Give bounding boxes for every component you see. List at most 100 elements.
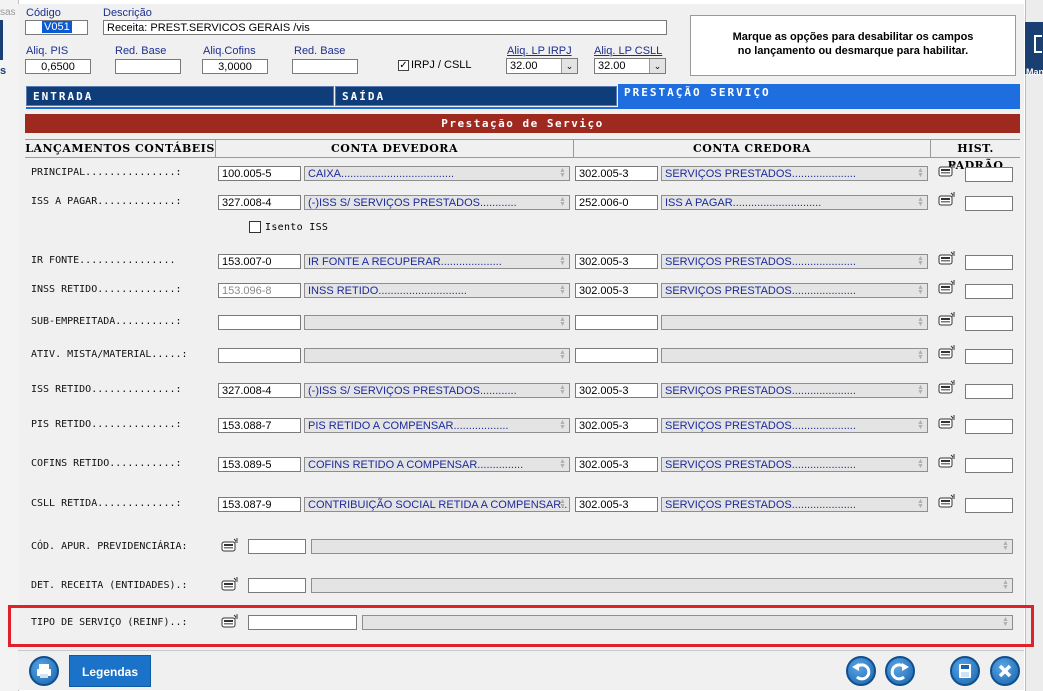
extra-desc-field[interactable]: ▲ ▼ xyxy=(311,539,1013,554)
spinner-icon[interactable]: ▲ ▼ xyxy=(557,316,568,328)
debit-account-name[interactable]: (-)ISS S/ SERVIÇOS PRESTADOS............… xyxy=(304,383,570,398)
hist-padrao-input[interactable] xyxy=(965,316,1013,331)
tab-prestacao-servico[interactable]: PRESTAÇÃO SERVIÇO xyxy=(618,84,1020,108)
credit-account-name[interactable]: SERVIÇOS PRESTADOS..................... ▲… xyxy=(661,166,928,181)
spinner-icon[interactable]: ▲ ▼ xyxy=(557,419,568,431)
spinner-icon[interactable]: ▲ ▼ xyxy=(915,419,926,431)
spinner-icon[interactable]: ▲ ▼ xyxy=(557,384,568,396)
debit-account-name[interactable]: PIS RETIDO A COMPENSAR..................… xyxy=(304,418,570,433)
spinner-icon[interactable]: ▲ ▼ xyxy=(915,498,926,510)
credit-code-input[interactable]: 302.005-3 xyxy=(575,383,658,398)
spinner-icon[interactable]: ▲ ▼ xyxy=(557,349,568,361)
chevron-down-icon[interactable]: ⌄ xyxy=(561,59,577,73)
hist-padrao-input[interactable] xyxy=(965,384,1013,399)
debit-code-input[interactable] xyxy=(218,315,301,330)
history-lookup-icon[interactable] xyxy=(938,312,956,326)
debit-code-input[interactable]: 327.008-4 xyxy=(218,195,301,210)
credit-code-input[interactable]: 302.005-3 xyxy=(575,497,658,512)
save-button[interactable] xyxy=(950,656,980,686)
spinner-icon[interactable]: ▲ ▼ xyxy=(1000,579,1011,591)
credit-account-name[interactable]: ▲ ▼ xyxy=(661,315,928,330)
history-lookup-icon[interactable] xyxy=(938,415,956,429)
chevron-down-icon[interactable]: ⌄ xyxy=(649,59,665,73)
history-lookup-icon[interactable] xyxy=(938,192,956,206)
isento-iss-checkbox[interactable] xyxy=(249,221,261,233)
history-lookup-icon[interactable] xyxy=(938,380,956,394)
credit-code-input[interactable]: 302.005-3 xyxy=(575,457,658,472)
spinner-icon[interactable]: ▲ ▼ xyxy=(915,255,926,267)
history-lookup-icon[interactable] xyxy=(938,251,956,265)
spinner-icon[interactable]: ▲ ▼ xyxy=(915,167,926,179)
history-lookup-icon[interactable] xyxy=(221,538,239,552)
extra-code-input[interactable] xyxy=(248,578,306,593)
aliq-pis-input[interactable]: 0,6500 xyxy=(25,59,91,74)
print-button[interactable] xyxy=(29,656,59,686)
red-base-1-input[interactable] xyxy=(115,59,181,74)
red-base-2-input[interactable] xyxy=(292,59,358,74)
credit-account-name[interactable]: SERVIÇOS PRESTADOS..................... ▲… xyxy=(661,418,928,433)
history-lookup-icon[interactable] xyxy=(938,345,956,359)
credit-code-input[interactable] xyxy=(575,315,658,330)
debit-account-name[interactable]: INSS RETIDO.............................… xyxy=(304,283,570,298)
close-button[interactable] xyxy=(990,656,1020,686)
spinner-icon[interactable]: ▲ ▼ xyxy=(1000,540,1011,552)
debit-code-input[interactable]: 153.096-8 xyxy=(218,283,301,298)
credit-code-input[interactable]: 302.005-3 xyxy=(575,283,658,298)
history-lookup-icon[interactable] xyxy=(938,163,956,177)
debit-account-name[interactable]: COFINS RETIDO A COMPENSAR...............… xyxy=(304,457,570,472)
hist-padrao-input[interactable] xyxy=(965,458,1013,473)
legendas-button[interactable]: Legendas xyxy=(69,655,151,687)
hist-padrao-input[interactable] xyxy=(965,196,1013,211)
credit-code-input[interactable] xyxy=(575,348,658,363)
debit-account-name[interactable]: ▲ ▼ xyxy=(304,315,570,330)
aliq-lp-csll-select[interactable]: 32.00 ⌄ xyxy=(594,58,666,74)
tab-entrada[interactable]: ENTRADA xyxy=(26,86,334,106)
descricao-input[interactable]: Receita: PREST.SERVICOS GERAIS /vis xyxy=(103,20,667,35)
spinner-icon[interactable]: ▲ ▼ xyxy=(915,458,926,470)
debit-code-input[interactable] xyxy=(218,348,301,363)
spinner-icon[interactable]: ▲ ▼ xyxy=(915,284,926,296)
credit-account-name[interactable]: SERVIÇOS PRESTADOS..................... ▲… xyxy=(661,383,928,398)
history-lookup-icon[interactable] xyxy=(221,577,239,591)
codigo-input[interactable]: V051 xyxy=(25,20,88,35)
spinner-icon[interactable]: ▲ ▼ xyxy=(557,458,568,470)
spinner-icon[interactable]: ▲ ▼ xyxy=(557,196,568,208)
debit-account-name[interactable]: ▲ ▼ xyxy=(304,348,570,363)
credit-account-name[interactable]: SERVIÇOS PRESTADOS..................... ▲… xyxy=(661,497,928,512)
credit-code-input[interactable]: 302.005-3 xyxy=(575,254,658,269)
redo-button[interactable] xyxy=(885,656,915,686)
spinner-icon[interactable]: ▲ ▼ xyxy=(557,255,568,267)
history-lookup-icon[interactable] xyxy=(938,494,956,508)
credit-account-name[interactable]: SERVIÇOS PRESTADOS..................... ▲… xyxy=(661,283,928,298)
tab-saida[interactable]: SAÍDA xyxy=(335,86,617,106)
credit-code-input[interactable]: 302.005-3 xyxy=(575,418,658,433)
debit-code-input[interactable]: 153.089-5 xyxy=(218,457,301,472)
hist-padrao-input[interactable] xyxy=(965,419,1013,434)
debit-account-name[interactable]: CONTRIBUIÇÃO SOCIAL RETIDA A COMPENSAR..… xyxy=(304,497,570,512)
hist-padrao-input[interactable] xyxy=(965,349,1013,364)
history-lookup-icon[interactable] xyxy=(938,454,956,468)
extra-desc-field[interactable]: ▲ ▼ xyxy=(311,578,1013,593)
spinner-icon[interactable]: ▲ ▼ xyxy=(915,384,926,396)
spinner-icon[interactable]: ▲ ▼ xyxy=(915,316,926,328)
credit-code-input[interactable]: 302.005-3 xyxy=(575,166,658,181)
hist-padrao-input[interactable] xyxy=(965,284,1013,299)
credit-account-name[interactable]: ▲ ▼ xyxy=(661,348,928,363)
hist-padrao-input[interactable] xyxy=(965,167,1013,182)
debit-code-input[interactable]: 327.008-4 xyxy=(218,383,301,398)
debit-code-input[interactable]: 100.005-5 xyxy=(218,166,301,181)
credit-code-input[interactable]: 252.006-0 xyxy=(575,195,658,210)
hist-padrao-input[interactable] xyxy=(965,498,1013,513)
credit-account-name[interactable]: ISS A PAGAR.............................… xyxy=(661,195,928,210)
spinner-icon[interactable]: ▲ ▼ xyxy=(915,349,926,361)
spinner-icon[interactable]: ▲ ▼ xyxy=(557,284,568,296)
history-lookup-icon[interactable] xyxy=(938,280,956,294)
debit-code-input[interactable]: 153.088-7 xyxy=(218,418,301,433)
debit-code-input[interactable]: 153.007-0 xyxy=(218,254,301,269)
debit-code-input[interactable]: 153.087-9 xyxy=(218,497,301,512)
irpj-csll-checkbox[interactable]: ✓ xyxy=(398,60,409,71)
spinner-icon[interactable]: ▲ ▼ xyxy=(557,167,568,179)
spinner-icon[interactable]: ▲ ▼ xyxy=(557,498,568,510)
aliq-cofins-input[interactable]: 3,0000 xyxy=(202,59,268,74)
debit-account-name[interactable]: IR FONTE A RECUPERAR....................… xyxy=(304,254,570,269)
